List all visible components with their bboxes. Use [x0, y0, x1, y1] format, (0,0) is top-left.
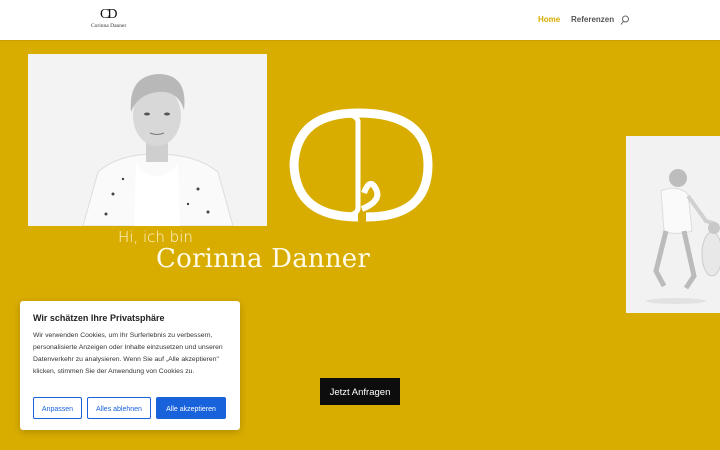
- reject-all-cookies-button[interactable]: Alles ablehnen: [87, 397, 151, 419]
- hero-name: Corinna Danner: [156, 244, 370, 274]
- accept-all-cookies-button[interactable]: Alle akzeptieren: [156, 397, 226, 419]
- site-header: CD Corinna Danner Home Referenzen: [0, 0, 720, 40]
- search-icon[interactable]: [620, 15, 630, 25]
- customize-cookies-button[interactable]: Anpassen: [33, 397, 82, 419]
- logo-monogram: CD: [100, 7, 118, 22]
- site-logo[interactable]: CD Corinna Danner: [88, 7, 130, 33]
- nav-referenzen[interactable]: Referenzen: [571, 15, 614, 24]
- cookie-banner-title: Wir schätzen Ihre Privatsphäre: [33, 313, 165, 323]
- cookie-banner-text: Wir verwenden Cookies, um Ihr Surferlebn…: [33, 332, 223, 375]
- request-button[interactable]: Jetzt Anfragen: [320, 378, 400, 405]
- cookie-consent-banner: Wir schätzen Ihre Privatsphäre Wir verwe…: [20, 301, 240, 430]
- family-photo: [626, 136, 720, 313]
- logo-wordmark: Corinna Danner: [91, 23, 127, 29]
- nav-home[interactable]: Home: [538, 15, 560, 24]
- monogram-logo: [289, 108, 433, 222]
- portrait-photo: [28, 54, 267, 226]
